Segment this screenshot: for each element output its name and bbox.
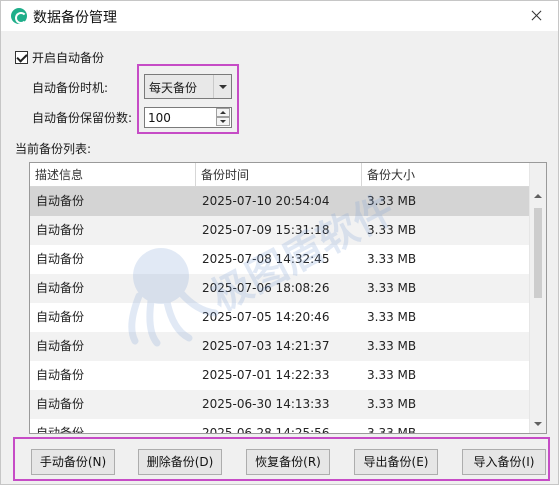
cell-description: 自动备份: [36, 281, 85, 295]
column-header-size[interactable]: 备份大小: [362, 163, 530, 187]
table-header: 描述信息 备份时间 备份大小: [30, 163, 530, 187]
table-row[interactable]: 自动备份 2025-07-06 18:08:26 3.33 MB: [30, 274, 530, 303]
cell-time: 2025-07-01 14:22:33: [202, 368, 330, 382]
cell-time: 2025-07-09 15:31:18: [202, 223, 330, 237]
table-row[interactable]: 自动备份 2025-07-01 14:22:33 3.33 MB: [30, 361, 530, 390]
cell-size: 3.33 MB: [367, 339, 417, 353]
cell-time: 2025-07-05 14:20:46: [202, 310, 330, 324]
title-bar: 数据备份管理: [1, 1, 558, 31]
cell-size: 3.33 MB: [367, 252, 417, 266]
cell-size: 3.33 MB: [367, 194, 417, 208]
cell-time: 2025-07-03 14:21:37: [202, 339, 330, 353]
scroll-up-icon[interactable]: [530, 187, 546, 204]
scroll-down-icon[interactable]: [530, 416, 546, 433]
cell-size: 3.33 MB: [367, 310, 417, 324]
cell-description: 自动备份: [36, 339, 85, 353]
column-header-time[interactable]: 备份时间: [196, 163, 362, 187]
cell-description: 自动备份: [36, 368, 85, 382]
cell-time: 2025-07-06 18:08:26: [202, 281, 330, 295]
backup-list-label: 当前备份列表:: [15, 142, 92, 156]
buttons-highlight-box: [13, 437, 550, 481]
cell-description: 自动备份: [36, 252, 85, 266]
cell-time: 2025-07-10 20:54:04: [202, 194, 330, 208]
table-row[interactable]: 自动备份 2025-07-03 14:21:37 3.33 MB: [30, 332, 530, 361]
settings-highlight-box: [137, 64, 239, 134]
table-body: 自动备份 2025-07-10 20:54:04 3.33 MB 自动备份 20…: [30, 187, 530, 434]
cell-description: 自动备份: [36, 310, 85, 324]
table-row[interactable]: 自动备份 2025-07-08 14:32:45 3.33 MB: [30, 245, 530, 274]
table-row[interactable]: 自动备份 2025-06-28 14:25:56 3.33 MB: [30, 419, 530, 434]
app-logo-icon: [11, 8, 27, 24]
cell-size: 3.33 MB: [367, 397, 417, 411]
cell-size: 3.33 MB: [367, 281, 417, 295]
auto-backup-checkbox[interactable]: [15, 50, 28, 64]
cell-size: 3.33 MB: [367, 368, 417, 382]
window-title: 数据备份管理: [33, 10, 117, 26]
column-header-description[interactable]: 描述信息: [30, 163, 196, 187]
table-row[interactable]: 自动备份 2025-07-10 20:54:04 3.33 MB: [30, 187, 530, 216]
scrollbar-thumb[interactable]: [534, 208, 542, 298]
cell-description: 自动备份: [36, 426, 85, 434]
table-row[interactable]: 自动备份 2025-06-30 14:13:33 3.33 MB: [30, 390, 530, 419]
auto-backup-toggle[interactable]: 开启自动备份: [15, 49, 104, 65]
cell-description: 自动备份: [36, 194, 85, 208]
table-row[interactable]: 自动备份 2025-07-05 14:20:46 3.33 MB: [30, 303, 530, 332]
cell-time: 2025-06-30 14:13:33: [202, 397, 330, 411]
vertical-scrollbar[interactable]: [529, 163, 546, 433]
cell-time: 2025-07-08 14:32:45: [202, 252, 330, 266]
table-row[interactable]: 自动备份 2025-07-09 15:31:18 3.33 MB: [30, 216, 530, 245]
close-icon[interactable]: [522, 4, 550, 28]
backup-list-table[interactable]: 描述信息 备份时间 备份大小 自动备份 2025-07-10 20:54:04 …: [29, 162, 547, 434]
backup-manager-window: 数据备份管理 开启自动备份 自动备份时机: 自动备份保留份数: 每天备份 当前备…: [0, 0, 559, 485]
cell-description: 自动备份: [36, 397, 85, 411]
auto-backup-label: 开启自动备份: [32, 50, 105, 65]
cell-description: 自动备份: [36, 223, 85, 237]
backup-timing-label: 自动备份时机:: [32, 81, 109, 95]
cell-size: 3.33 MB: [367, 223, 417, 237]
cell-size: 3.33 MB: [367, 426, 417, 434]
cell-time: 2025-06-28 14:25:56: [202, 426, 330, 434]
retention-count-label: 自动备份保留份数:: [32, 111, 133, 125]
